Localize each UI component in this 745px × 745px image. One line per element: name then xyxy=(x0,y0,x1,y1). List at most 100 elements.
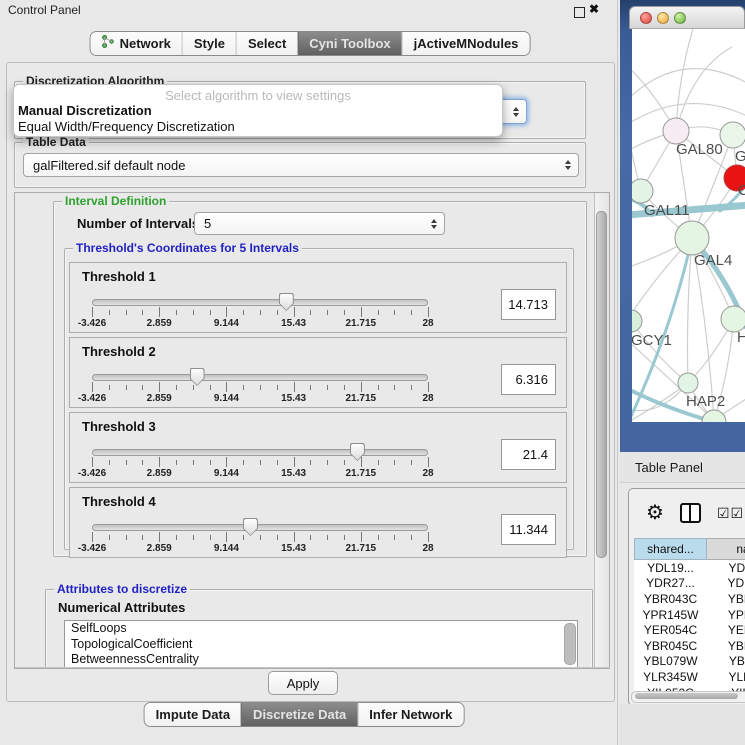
network-node[interactable] xyxy=(678,373,698,393)
tick-label: 28 xyxy=(422,468,433,479)
table-row[interactable]: YPR145WYPR1 xyxy=(634,607,745,623)
threshold-slider[interactable]: -3.4262.8599.14415.4321.71528 xyxy=(90,440,430,482)
tab-jactivemnodules[interactable]: jActiveMNodules xyxy=(402,32,530,55)
tick-mark xyxy=(411,535,412,540)
apply-button[interactable]: Apply xyxy=(268,671,338,695)
vertical-scrollbar[interactable] xyxy=(594,193,609,668)
network-window-titlebar[interactable] xyxy=(629,6,745,29)
table-row[interactable]: YBR045CYBR0 xyxy=(634,638,745,654)
tick-label: 28 xyxy=(422,393,433,404)
tick-mark xyxy=(394,385,395,390)
threshold-value-box[interactable]: 11.344 xyxy=(501,514,556,545)
slider-ticks xyxy=(92,307,428,318)
slider-track[interactable] xyxy=(92,524,428,531)
tick-label: 9.144 xyxy=(214,468,239,479)
threshold-slider[interactable]: -3.4262.8599.14415.4321.71528 xyxy=(90,290,430,332)
table-row[interactable]: YBL079WYBL0 xyxy=(634,654,745,670)
table-header-row: shared... na xyxy=(634,538,745,560)
tab-style[interactable]: Style xyxy=(182,32,236,55)
tick-mark xyxy=(159,457,160,467)
threshold-slider[interactable]: -3.4262.8599.14415.4321.71528 xyxy=(90,515,430,557)
attribute-list-item[interactable]: TopologicalCoefficient xyxy=(65,637,577,653)
slider-track[interactable] xyxy=(92,299,428,306)
tab-cyni-toolbox[interactable]: Cyni Toolbox xyxy=(297,32,401,55)
tick-mark xyxy=(109,310,110,315)
tick-label: -3.426 xyxy=(78,393,106,404)
tab-network[interactable]: Network xyxy=(91,32,182,55)
vertical-scrollbar-thumb[interactable] xyxy=(596,211,607,558)
horizontal-scrollbar-thumb[interactable] xyxy=(635,693,738,699)
window-minimize-icon[interactable] xyxy=(657,12,669,24)
tab-infer-network[interactable]: Infer Network xyxy=(357,703,463,726)
network-canvas[interactable]: GAL80GCGAL11GAL4GCY1HHAP2 xyxy=(632,29,745,422)
tick-mark xyxy=(378,460,379,465)
threshold-panel: Threshold 1 -3.4262.8599.14415.4321.7152… xyxy=(69,262,567,333)
tick-mark xyxy=(193,535,194,540)
table-cell: YLR3 xyxy=(707,669,745,685)
dropdown-option[interactable]: Equal Width/Frequency Discretization xyxy=(14,119,502,135)
attribute-list-item[interactable]: SelfLoops xyxy=(65,621,577,637)
tick-mark xyxy=(310,535,311,540)
column-header-shared-name[interactable]: shared... xyxy=(634,538,707,560)
tick-mark xyxy=(176,535,177,540)
tick-label: 21.715 xyxy=(346,543,377,554)
table-row[interactable]: YER054CYER0 xyxy=(634,622,745,638)
combo-arrows-icon xyxy=(431,219,437,229)
window-close-icon[interactable] xyxy=(640,12,652,24)
tab-discretize-data[interactable]: Discretize Data xyxy=(241,703,357,726)
float-window-icon[interactable] xyxy=(574,7,585,18)
tick-mark xyxy=(277,535,278,540)
tick-mark xyxy=(294,532,295,542)
tick-mark xyxy=(327,460,328,465)
tick-mark xyxy=(109,385,110,390)
table-data-combobox[interactable]: galFiltered.sif default node xyxy=(23,153,579,177)
slider-track[interactable] xyxy=(92,374,428,381)
threshold-value-box[interactable]: 6.316 xyxy=(501,364,556,395)
close-icon[interactable]: ✖ xyxy=(589,2,599,16)
table-row[interactable]: YBR043CYBR0 xyxy=(634,591,745,607)
tick-mark xyxy=(277,310,278,315)
tab-select[interactable]: Select xyxy=(236,32,297,55)
slider-track[interactable] xyxy=(92,449,428,456)
tick-mark xyxy=(92,382,93,392)
table-row[interactable]: YDL19...YDL1 xyxy=(634,560,745,576)
panel-splitter[interactable] xyxy=(617,0,618,745)
control-panel-title: Control Panel xyxy=(8,3,81,17)
split-columns-icon[interactable] xyxy=(680,503,701,523)
table-cell: YBL079W xyxy=(634,654,707,670)
threshold-label: Threshold 1 xyxy=(82,269,156,284)
tick-mark xyxy=(428,307,429,317)
slider-tick-labels: -3.4262.8599.14415.4321.71528 xyxy=(92,393,428,405)
table-row[interactable]: YLR345WYLR3 xyxy=(634,669,745,685)
table-row[interactable]: YDR27...YDR2 xyxy=(634,576,745,592)
dropdown-option[interactable]: Manual Discretization xyxy=(14,103,502,119)
network-node[interactable] xyxy=(675,221,709,255)
tick-label: 9.144 xyxy=(214,318,239,329)
bottom-tab-bar: Impute DataDiscretize DataInfer Network xyxy=(144,702,465,727)
tick-mark xyxy=(210,460,211,465)
tick-mark xyxy=(327,385,328,390)
horizontal-scrollbar[interactable] xyxy=(631,691,745,703)
numerical-attributes-list[interactable]: SelfLoopsTopologicalCoefficientBetweenne… xyxy=(64,620,578,669)
table-cell: YDL1 xyxy=(707,560,745,576)
list-scrollbar-thumb[interactable] xyxy=(564,623,576,665)
network-node[interactable] xyxy=(632,310,642,332)
network-node[interactable] xyxy=(720,122,745,148)
threshold-value-box[interactable]: 14.713 xyxy=(501,289,556,320)
number-of-intervals-combobox[interactable]: 5 xyxy=(194,212,445,235)
gear-icon[interactable]: ⚙ xyxy=(646,503,664,523)
table-cell: YER054C xyxy=(634,622,707,638)
checkboxes-icon[interactable]: ☑☑ xyxy=(717,505,744,522)
column-header-name[interactable]: na xyxy=(707,538,745,560)
threshold-slider[interactable]: -3.4262.8599.14415.4321.71528 xyxy=(90,365,430,407)
network-node[interactable] xyxy=(632,179,653,203)
tick-mark xyxy=(428,457,429,467)
tick-mark xyxy=(277,385,278,390)
tab-impute-data[interactable]: Impute Data xyxy=(145,703,241,726)
threshold-value-box[interactable]: 21.4 xyxy=(501,439,556,470)
tick-mark xyxy=(378,310,379,315)
tick-mark xyxy=(394,460,395,465)
window-zoom-icon[interactable] xyxy=(674,12,686,24)
screen: Control Panel ✖ NetworkStyleSelectCyni T… xyxy=(0,0,745,745)
attribute-list-item[interactable]: BetweennessCentrality xyxy=(65,652,577,668)
